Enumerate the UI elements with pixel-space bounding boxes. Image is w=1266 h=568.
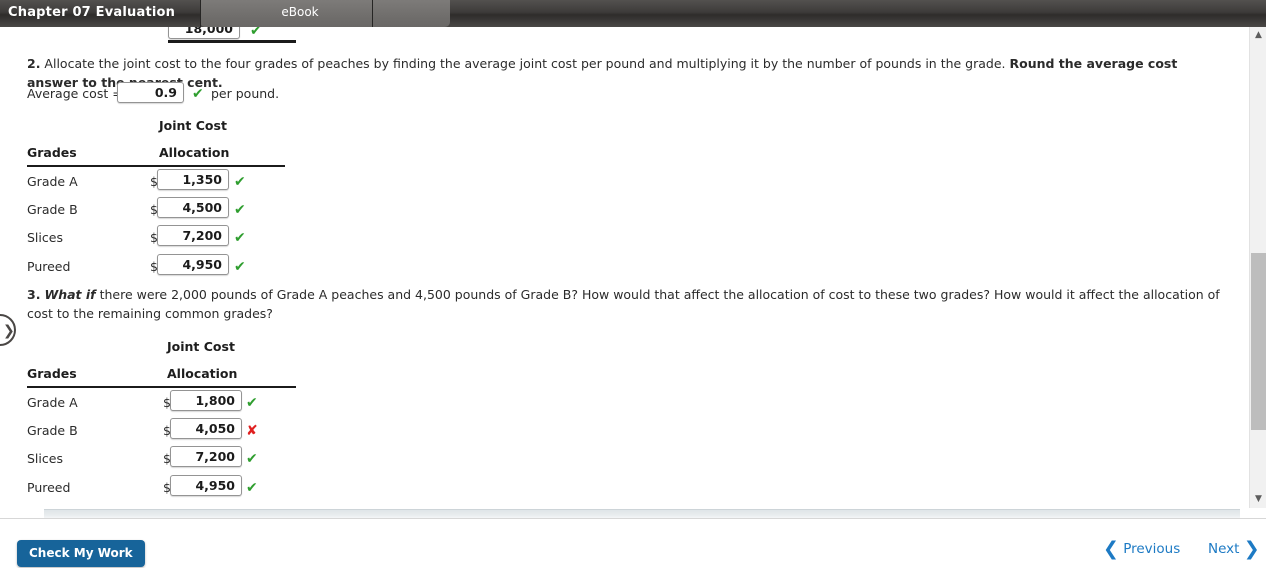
table2-header-allocation: Allocation: [167, 366, 238, 381]
next-button[interactable]: Next ❯: [1208, 538, 1260, 560]
chevron-right-icon: ❯: [1243, 538, 1260, 560]
table2-header-rule: [27, 386, 296, 388]
allocation-input[interactable]: [157, 197, 229, 218]
average-cost-correct-icon: ✔: [192, 86, 204, 102]
answer-correct-icon: ✔: [246, 451, 258, 467]
allocation-input[interactable]: [157, 254, 229, 275]
table-row: Grade A: [27, 174, 78, 189]
horizontal-scrollbar[interactable]: [44, 509, 1240, 518]
table-row: Slices: [27, 451, 63, 466]
scroll-down-arrow-icon[interactable]: ▼: [1250, 491, 1266, 508]
answer-correct-icon: ✔: [246, 480, 258, 496]
page-title: Chapter 07 Evaluation: [8, 5, 176, 20]
table1-header-grades: Grades: [27, 145, 77, 160]
app-toolbar: Chapter 07 Evaluation eBook: [0, 0, 1266, 27]
tab-ebook[interactable]: eBook: [240, 5, 360, 19]
average-cost-unit: per pound.: [211, 86, 280, 101]
allocation-input[interactable]: [157, 169, 229, 190]
answer-correct-icon: ✔: [234, 202, 246, 218]
next-button-label: Next: [1208, 541, 1240, 557]
tab-divider-left: [200, 0, 201, 27]
toolbar-tab-group: eBook: [200, 0, 450, 27]
table-row: Slices: [27, 230, 63, 245]
average-cost-input[interactable]: [117, 82, 184, 103]
tab-divider-right: [372, 0, 373, 27]
table1-header-joint-cost: Joint Cost: [159, 118, 227, 133]
table-row: Pureed: [27, 480, 71, 495]
previous-button[interactable]: ❮ Previous: [1103, 538, 1181, 560]
question-3-text: 3. What if there were 2,000 pounds of Gr…: [27, 285, 1232, 323]
panel-expand-handle[interactable]: ❯: [0, 314, 16, 346]
total-correct-icon: ✔: [250, 27, 262, 39]
table2-header-joint-cost: Joint Cost: [167, 339, 235, 354]
allocation-input[interactable]: [170, 446, 242, 467]
chevron-right-icon: ❯: [3, 323, 15, 339]
scrolled-total-row: ✔: [168, 27, 368, 50]
content-bottom-edge: [0, 518, 1266, 521]
question-2-number: 2.: [27, 56, 41, 71]
vertical-scrollbar[interactable]: ▲ ▼: [1249, 27, 1266, 508]
vertical-scrollbar-thumb[interactable]: [1251, 253, 1266, 430]
question-3-emphasis: What if: [44, 287, 96, 302]
allocation-input[interactable]: [157, 225, 229, 246]
table-row: Grade B: [27, 202, 78, 217]
question-2-text: 2. Allocate the joint cost to the four g…: [27, 54, 1232, 92]
previous-button-label: Previous: [1123, 541, 1181, 557]
table2-header-grades: Grades: [27, 366, 77, 381]
check-my-work-button[interactable]: Check My Work: [17, 540, 145, 567]
table1-header-rule: [27, 165, 285, 167]
question-3-number: 3.: [27, 287, 41, 302]
table1-header-allocation: Allocation: [159, 145, 230, 160]
question-2-body: Allocate the joint cost to the four grad…: [40, 56, 1010, 71]
question-viewport: ✔ 2. Allocate the joint cost to the four…: [0, 27, 1240, 508]
table-row: Pureed: [27, 259, 71, 274]
table-row: Grade A: [27, 395, 78, 410]
allocation-input[interactable]: [170, 475, 242, 496]
answer-correct-icon: ✔: [234, 174, 246, 190]
answer-incorrect-icon: ✘: [246, 423, 258, 439]
answer-correct-icon: ✔: [246, 395, 258, 411]
answer-correct-icon: ✔: [234, 230, 246, 246]
footer-bar: Check My Work ❮ Previous Next ❯: [0, 520, 1266, 568]
chevron-left-icon: ❮: [1103, 538, 1119, 560]
answer-correct-icon: ✔: [234, 259, 246, 275]
scroll-up-arrow-icon[interactable]: ▲: [1250, 27, 1266, 44]
total-input[interactable]: [168, 27, 240, 39]
question-3-body: there were 2,000 pounds of Grade A peach…: [27, 287, 1220, 321]
total-rule: [168, 40, 296, 43]
allocation-input[interactable]: [170, 390, 242, 411]
allocation-input[interactable]: [170, 418, 242, 439]
table-row: Grade B: [27, 423, 78, 438]
